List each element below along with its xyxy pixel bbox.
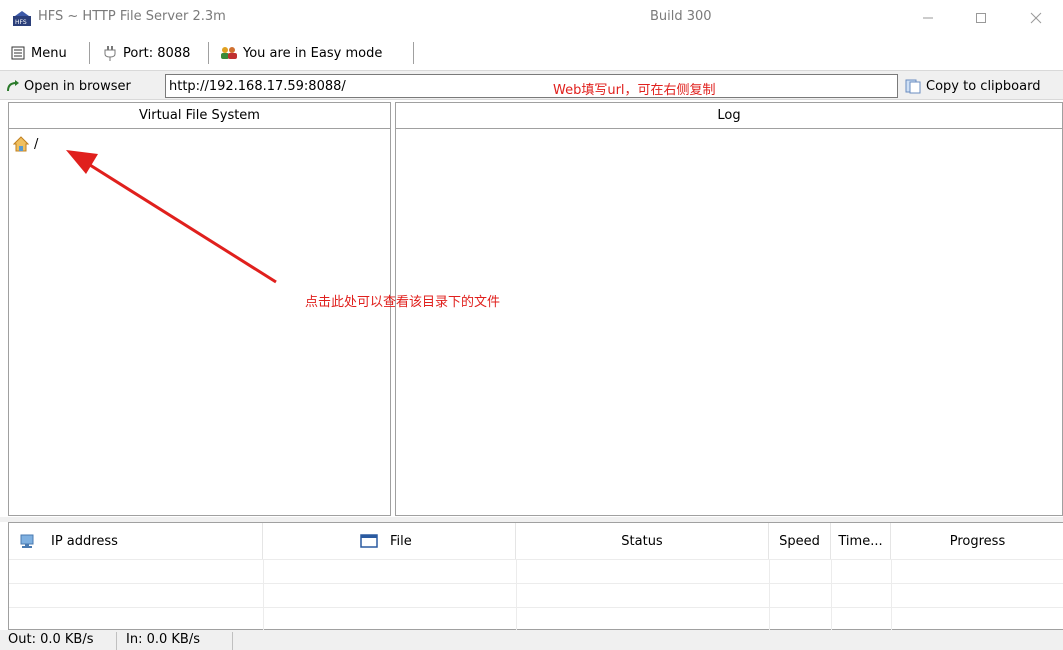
log-header: Log: [396, 103, 1062, 129]
column-divider: [263, 559, 264, 631]
column-divider: [769, 559, 770, 631]
column-divider: [831, 559, 832, 631]
mode-label: You are in Easy mode: [243, 45, 383, 61]
close-icon: [1030, 12, 1042, 24]
users-icon: [221, 47, 237, 59]
clipboard-icon: [905, 79, 921, 94]
svg-text:HFS: HFS: [15, 19, 27, 26]
toolbar-separator: [89, 42, 90, 64]
column-progress[interactable]: Progress: [891, 523, 1063, 559]
column-status[interactable]: Status: [516, 523, 769, 559]
column-speed-label: Speed: [779, 533, 820, 549]
column-status-label: Status: [621, 533, 663, 549]
column-divider: [891, 559, 892, 631]
table-row: [9, 559, 1063, 585]
network-computer-icon: [20, 534, 34, 548]
menu-icon: [11, 46, 25, 60]
window-icon: [360, 534, 378, 548]
mode-button[interactable]: You are in Easy mode: [220, 42, 382, 64]
port-label: Port: 8088: [123, 45, 191, 61]
status-separator: [232, 632, 233, 650]
maximize-icon: [976, 13, 986, 23]
open-in-browser-button[interactable]: Open in browser: [6, 75, 131, 97]
main-toolbar: Menu Port: 8088 You are in Easy mode: [0, 38, 1063, 68]
column-time-label: Time...: [838, 533, 883, 549]
copy-to-clipboard-label: Copy to clipboard: [926, 78, 1041, 94]
in-speed: In: 0.0 KB/s: [126, 632, 200, 647]
table-row: [9, 583, 1063, 609]
home-icon: [13, 136, 29, 152]
minimize-button[interactable]: [905, 0, 951, 36]
column-file-label: File: [390, 533, 412, 549]
window-title: HFS ~ HTTP File Server 2.3m: [38, 9, 226, 24]
title-bar: HFS HFS ~ HTTP File Server 2.3m Build 30…: [0, 0, 1063, 36]
minimize-icon: [923, 17, 933, 19]
menu-button[interactable]: Menu: [11, 42, 67, 64]
vfs-root-label: /: [34, 136, 39, 152]
vfs-root-item[interactable]: /: [13, 136, 38, 152]
column-divider: [516, 559, 517, 631]
connections-header: IP address File Status Speed Time... Pro…: [9, 523, 1063, 559]
column-ip-address-label: IP address: [51, 533, 118, 549]
connections-table: IP address File Status Speed Time... Pro…: [8, 522, 1063, 631]
open-arrow-icon: [7, 80, 19, 92]
toolbar-separator: [208, 42, 209, 64]
vfs-header: Virtual File System: [9, 103, 390, 129]
column-file[interactable]: File: [263, 523, 516, 559]
out-speed: Out: 0.0 KB/s: [8, 632, 94, 647]
address-bar: Open in browser Web填写url，可在右侧复制 Copy to …: [0, 70, 1063, 100]
port-button[interactable]: Port: 8088: [103, 42, 190, 64]
column-progress-label: Progress: [949, 533, 1006, 549]
status-bar: Out: 0.0 KB/s In: 0.0 KB/s: [0, 630, 1063, 650]
column-time[interactable]: Time...: [831, 523, 891, 559]
hfs-app-icon: HFS: [13, 11, 31, 26]
column-ip-address[interactable]: IP address: [9, 523, 263, 559]
menu-label: Menu: [31, 45, 67, 61]
maximize-button[interactable]: [958, 0, 1004, 36]
arrow-annotation-text: 点击此处可以查看该目录下的文件: [305, 295, 501, 310]
column-speed[interactable]: Speed: [769, 523, 831, 559]
status-separator: [116, 632, 117, 650]
build-label: Build 300: [650, 9, 712, 24]
copy-to-clipboard-button[interactable]: Copy to clipboard: [905, 75, 1040, 97]
toolbar-separator: [413, 42, 414, 64]
open-in-browser-label: Open in browser: [24, 78, 131, 94]
url-annotation: Web填写url，可在右侧复制: [553, 83, 716, 98]
close-button[interactable]: [1013, 0, 1059, 36]
plug-icon: [104, 46, 116, 61]
url-field[interactable]: [165, 74, 898, 98]
